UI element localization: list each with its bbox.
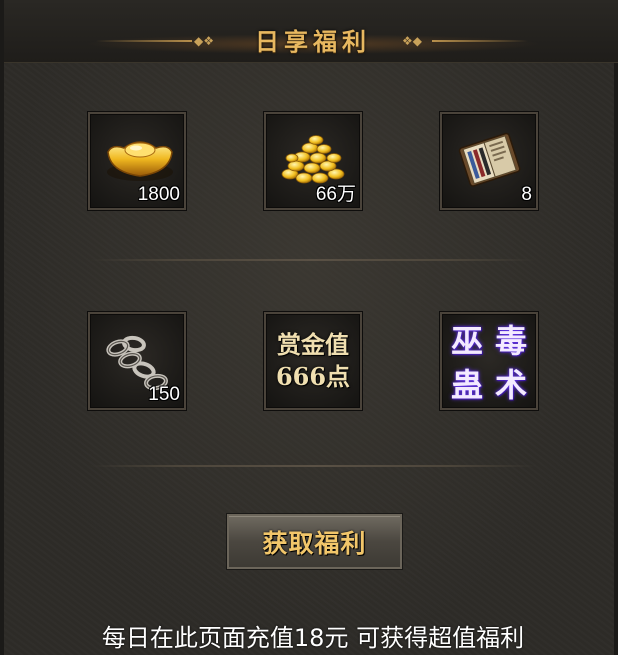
poison-art-icon: 巫 毒 蛊 术 [442,314,536,408]
reward-slot-gold-coins[interactable]: 66万 [264,112,362,210]
reward-slot-poison-art[interactable]: 巫 毒 蛊 术 [440,312,538,410]
bounty-title: 赏金值 [277,330,349,359]
reward-slot-iron-chain[interactable]: 150 [88,312,186,410]
ornament-right-icon: ❖◆ [402,34,422,48]
reward-slot-book[interactable]: 8 [440,112,538,210]
footer-notice: 每日在此页面充值18元 可获得超值福利 [101,624,525,652]
bounty-amount: 666点 [275,362,351,391]
reward-slot-bounty-value[interactable]: 赏金值 666点 [264,312,362,410]
reward-quantity: 150 [148,384,180,405]
poison-art-char: 术 [494,366,527,404]
reward-quantity: 66万 [315,184,356,205]
poison-art-char: 蛊 [450,366,483,404]
bounty-value-icon: 赏金值 666点 [266,314,360,408]
welfare-panel: ◆❖ 日享福利 ❖◆ 1800 66万 8 150 赏金值 666点 巫 毒 蛊… [0,0,618,655]
poison-art-char: 毒 [494,322,527,360]
claim-welfare-button[interactable]: 获取福利 [227,514,402,569]
reward-quantity: 8 [521,184,532,205]
panel-header: ◆❖ 日享福利 ❖◆ [4,0,618,63]
reward-quantity: 1800 [137,184,180,205]
row-divider [90,465,536,467]
row-divider [90,259,536,261]
reward-slot-gold-ingot[interactable]: 1800 [88,112,186,210]
poison-art-char: 巫 [450,322,483,360]
ornament-right-line [432,40,528,42]
